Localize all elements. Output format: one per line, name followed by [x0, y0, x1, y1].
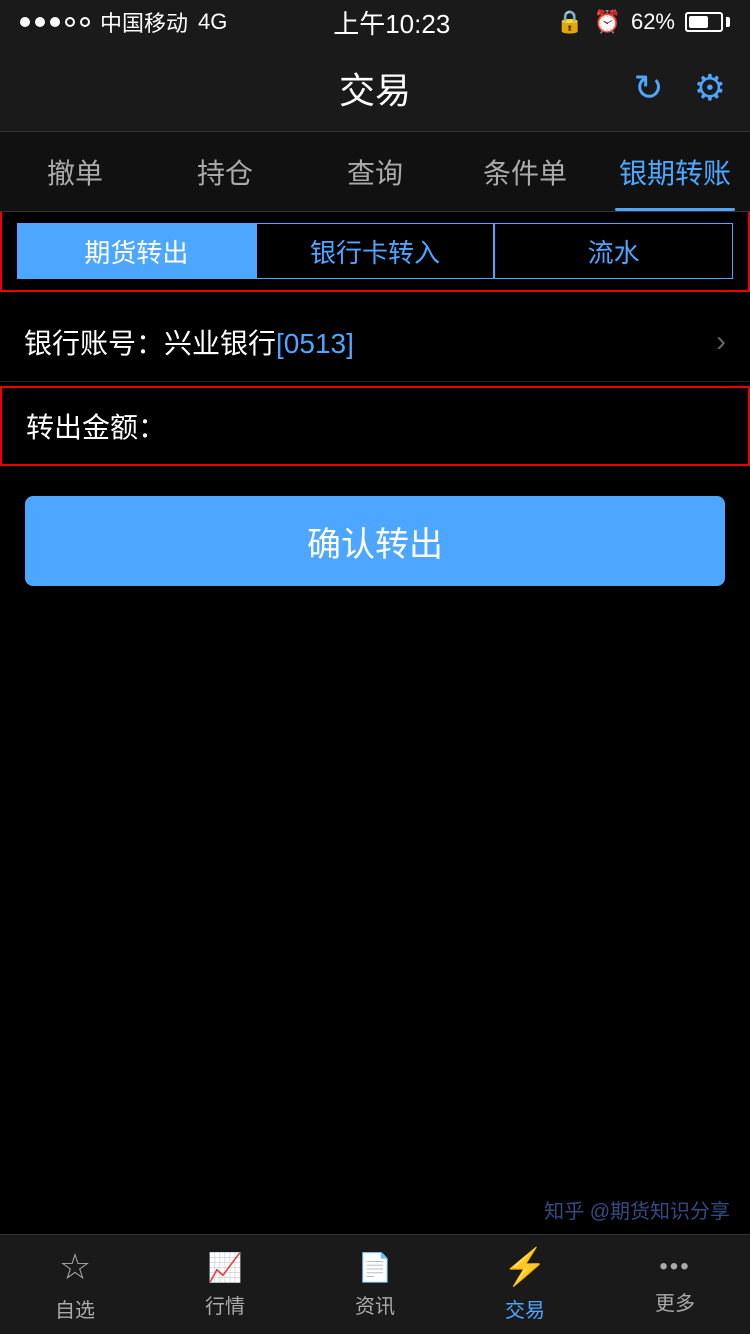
amount-label: 转出金额：: [26, 406, 166, 446]
chart-icon: 📈: [208, 1251, 243, 1284]
main-content: 期货转出 银行卡转入 流水 银行账号：兴业银行[0513] › 转出金额： 确认…: [0, 212, 750, 892]
status-time: 上午10:23: [333, 4, 450, 41]
bottom-nav-行情[interactable]: 📈 行情: [150, 1235, 300, 1334]
watermark: 知乎 @期货知识分享: [544, 1195, 730, 1224]
sub-tabs: 期货转出 银行卡转入 流水: [0, 212, 750, 292]
page-title: 交易: [339, 62, 411, 114]
sub-tab-futures-out[interactable]: 期货转出: [17, 223, 256, 279]
tab-银期转账[interactable]: 银期转账: [600, 132, 750, 211]
sub-tab-flow[interactable]: 流水: [494, 223, 733, 279]
more-icon: •••: [659, 1253, 690, 1281]
battery-icon: [685, 12, 730, 32]
news-icon: 📄: [358, 1251, 393, 1284]
star-icon: ☆: [59, 1246, 91, 1288]
carrier-label: 中国移动: [100, 6, 188, 38]
network-label: 4G: [198, 9, 227, 35]
bottom-nav-资讯[interactable]: 📄 资讯: [300, 1235, 450, 1334]
status-right: 🔒 ⏰ 62%: [556, 9, 730, 35]
nav-tabs: 撤单 持仓 查询 条件单 银期转账: [0, 132, 750, 212]
alarm-icon: ⏰: [594, 9, 621, 35]
bottom-nav-label-行情: 行情: [205, 1290, 245, 1319]
signal-dots: [20, 17, 90, 27]
bottom-nav-更多[interactable]: ••• 更多: [600, 1235, 750, 1334]
bottom-nav-label-更多: 更多: [655, 1287, 695, 1316]
bank-account-row[interactable]: 银行账号：兴业银行[0513] ›: [0, 302, 750, 382]
tab-查询[interactable]: 查询: [300, 132, 450, 211]
header-actions: ↻ ⚙: [634, 67, 726, 109]
bottom-nav-交易[interactable]: ⚡ 交易: [450, 1235, 600, 1334]
lock-icon: 🔒: [556, 9, 583, 35]
status-left: 中国移动 4G: [20, 6, 227, 38]
bank-account-text: 银行账号：兴业银行[0513]: [24, 322, 354, 362]
tab-持仓[interactable]: 持仓: [150, 132, 300, 211]
sub-tab-bank-in[interactable]: 银行卡转入: [256, 223, 495, 279]
battery-percent: 62%: [631, 9, 675, 35]
bottom-nav-自选[interactable]: ☆ 自选: [0, 1235, 150, 1334]
tab-条件单[interactable]: 条件单: [450, 132, 600, 211]
settings-button[interactable]: ⚙: [694, 67, 726, 109]
confirm-button[interactable]: 确认转出: [25, 496, 725, 586]
header: 交易 ↻ ⚙: [0, 44, 750, 132]
bottom-nav-label-自选: 自选: [55, 1294, 95, 1323]
amount-input[interactable]: [166, 410, 724, 442]
chevron-right-icon: ›: [716, 325, 726, 359]
bottom-nav: ☆ 自选 📈 行情 📄 资讯 ⚡ 交易 ••• 更多: [0, 1234, 750, 1334]
tab-撤单[interactable]: 撤单: [0, 132, 150, 211]
status-bar: 中国移动 4G 上午10:23 🔒 ⏰ 62%: [0, 0, 750, 44]
bottom-nav-label-资讯: 资讯: [355, 1290, 395, 1319]
bottom-nav-label-交易: 交易: [505, 1294, 545, 1323]
lightning-icon: ⚡: [503, 1246, 548, 1288]
refresh-button[interactable]: ↻: [634, 67, 664, 109]
amount-row: 转出金额：: [0, 386, 750, 466]
